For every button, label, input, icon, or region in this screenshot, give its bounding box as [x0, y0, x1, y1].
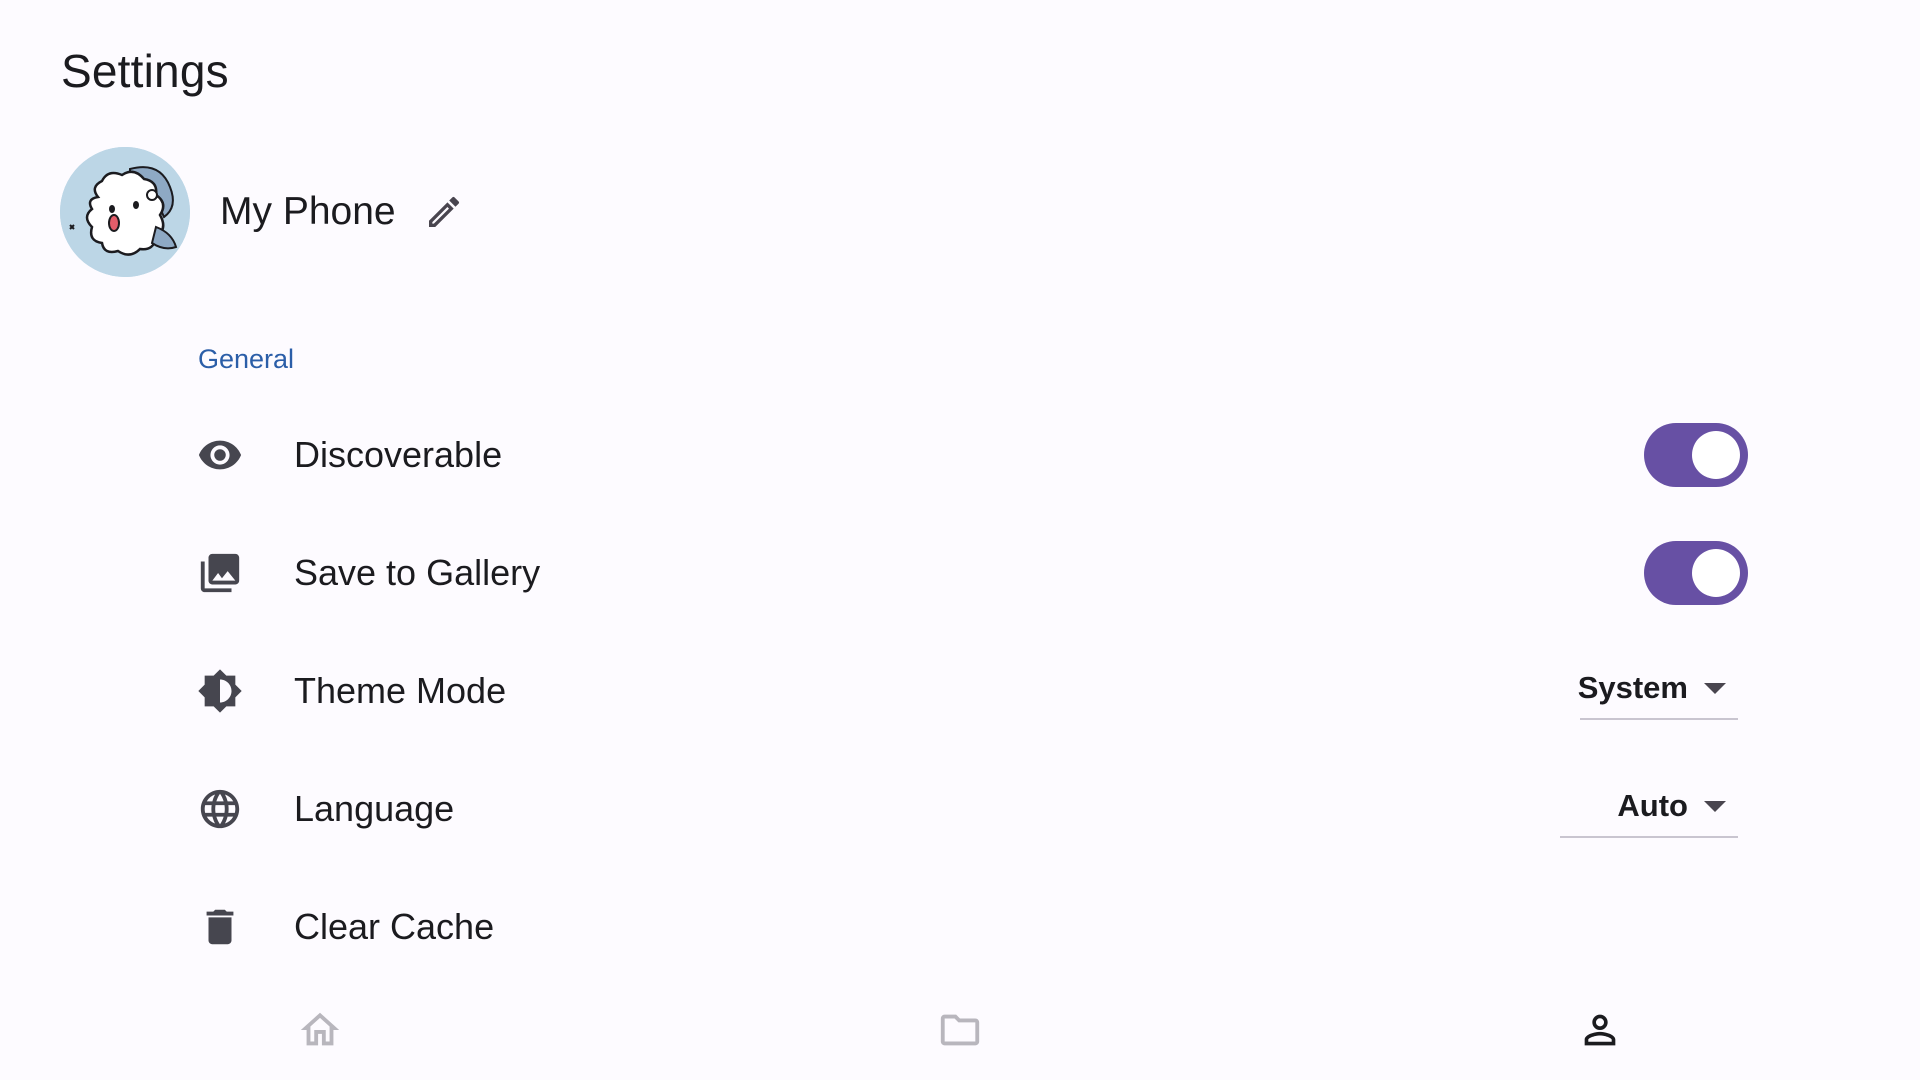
- setting-row-language[interactable]: Language Auto: [196, 761, 1748, 857]
- nav-profile[interactable]: [1568, 998, 1632, 1062]
- setting-label: Discoverable: [294, 434, 503, 475]
- edit-name-button[interactable]: [422, 190, 466, 234]
- dropdown-value: System: [1577, 670, 1688, 705]
- brightness-icon: [196, 667, 244, 715]
- pencil-icon: [428, 196, 459, 227]
- save-to-gallery-toggle[interactable]: [1644, 541, 1748, 605]
- home-icon: [300, 1012, 340, 1046]
- setting-label: Clear Cache: [294, 906, 495, 947]
- settings-page: Settings My Phone General Discoverable S…: [0, 0, 1920, 1080]
- gallery-icon: [196, 549, 244, 597]
- setting-row-theme-mode[interactable]: Theme Mode System: [196, 643, 1748, 739]
- device-name: My Phone: [220, 190, 396, 233]
- dropdown-value: Auto: [1617, 788, 1688, 823]
- toggle-knob: [1692, 431, 1740, 479]
- setting-label: Save to Gallery: [294, 552, 541, 593]
- nav-home[interactable]: [288, 998, 352, 1062]
- person-icon: [1584, 1014, 1616, 1046]
- chevron-down-icon: [1704, 800, 1726, 812]
- setting-row-save-to-gallery[interactable]: Save to Gallery: [196, 525, 1748, 621]
- setting-label: Theme Mode: [294, 670, 507, 711]
- folder-icon: [940, 1014, 980, 1046]
- setting-row-clear-cache[interactable]: Clear Cache: [196, 879, 1748, 975]
- profile-header: My Phone: [60, 147, 466, 277]
- toggle-knob: [1692, 549, 1740, 597]
- avatar[interactable]: [60, 147, 190, 277]
- theme-mode-dropdown[interactable]: System: [1577, 662, 1738, 720]
- cartoon-avatar-icon: [60, 147, 190, 277]
- nav-files[interactable]: [928, 998, 992, 1062]
- globe-icon: [196, 785, 244, 833]
- language-dropdown[interactable]: Auto: [1560, 780, 1738, 838]
- section-label-general: General: [198, 344, 295, 374]
- setting-label: Language: [294, 788, 455, 829]
- setting-row-discoverable[interactable]: Discoverable: [196, 407, 1748, 503]
- chevron-down-icon: [1704, 682, 1726, 694]
- trash-icon: [196, 903, 244, 951]
- discoverable-toggle[interactable]: [1644, 423, 1748, 487]
- page-title: Settings: [61, 45, 229, 97]
- eye-icon: [196, 431, 244, 479]
- bottom-navigation: [0, 980, 1920, 1080]
